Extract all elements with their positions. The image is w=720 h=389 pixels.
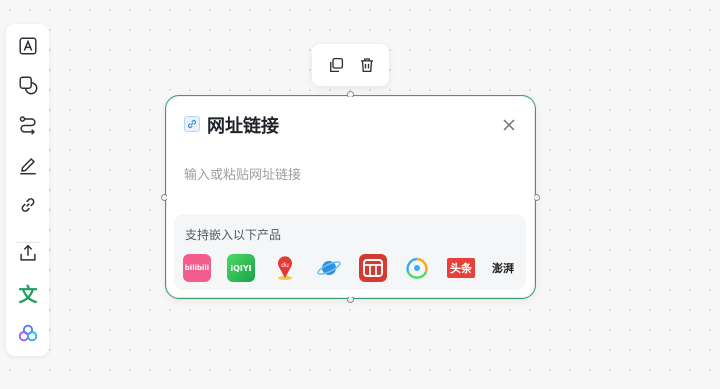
apps-icon [18,324,38,342]
resize-handle-bottom[interactable] [347,296,354,303]
upload-tool-button[interactable] [15,240,41,266]
product-planet-icon[interactable] [315,254,343,282]
card-title: 网址链接 [207,116,279,136]
svg-text:du: du [281,262,289,269]
doc-tool-button[interactable]: 文 [15,280,41,306]
product-the-paper-icon[interactable]: 澎湃 [489,254,517,282]
shapes-icon [19,76,38,95]
products-label: 支持嵌入以下产品 [185,228,282,242]
text-tool-button[interactable] [15,33,41,59]
product-toutiao-icon[interactable]: 头条 [447,258,475,278]
product-netease-music-icon[interactable] [359,254,387,282]
copy-button[interactable] [325,54,347,76]
shape-tool-button[interactable] [15,72,41,98]
resize-handle-right[interactable] [533,194,540,201]
pen-icon [20,158,36,175]
product-tencent-video-icon[interactable] [403,254,431,282]
pen-tool-button[interactable] [15,152,41,178]
floating-action-menu [312,44,389,86]
connector-tool-button[interactable] [15,112,41,138]
doc-text-icon: 文 [18,283,38,306]
product-iqiyi-icon[interactable]: iQIYI [227,254,255,282]
more-tool-button[interactable] [15,320,41,346]
link-tool-button[interactable] [15,192,41,218]
link-icon [21,198,35,212]
upload-icon [20,244,36,261]
left-toolbar: 文 [6,24,49,356]
url-link-card: 网址链接 支持嵌入以下产品 bilibili iQIYI du [167,97,534,297]
product-baidu-map-icon[interactable]: du [271,254,299,282]
supported-products-panel: 支持嵌入以下产品 bilibili iQIYI du 头条 澎湃 [174,214,526,290]
url-input[interactable] [184,163,504,185]
close-icon [503,119,515,131]
product-bilibili-icon[interactable]: bilibili [183,254,211,282]
text-box-icon [19,37,37,55]
copy-icon [330,57,344,73]
trash-icon [361,58,373,73]
connector-icon [19,116,36,135]
close-button[interactable] [501,117,517,133]
delete-button[interactable] [356,54,378,76]
link-badge-icon [184,116,200,132]
